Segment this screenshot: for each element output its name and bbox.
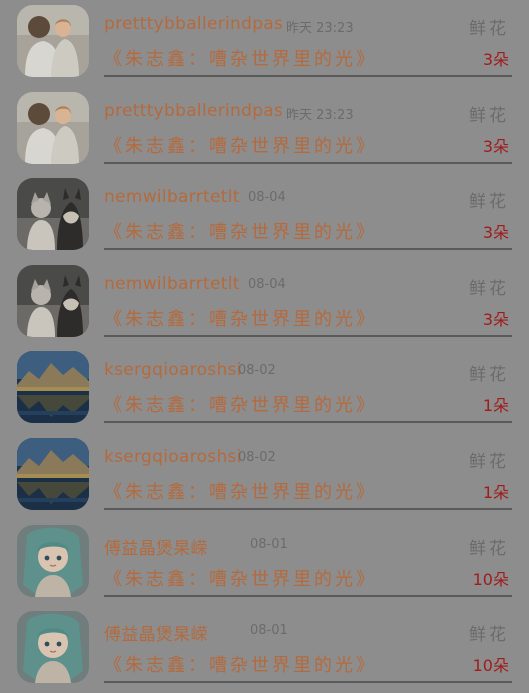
mountain-lake-avatar-icon[interactable] <box>17 351 89 423</box>
anime-girl-avatar-icon[interactable] <box>17 525 89 597</box>
divider <box>104 507 512 510</box>
gift-type-label: 鲜花 <box>469 278 509 299</box>
gift-type-label: 鲜花 <box>469 451 509 472</box>
timestamp: 08-02 <box>238 449 276 465</box>
username[interactable]: ksergqioaroshsi <box>104 360 242 380</box>
book-title[interactable]: 《朱志鑫：嘈杂世界里的光》 <box>104 45 377 71</box>
book-title[interactable]: 《朱志鑫：嘈杂世界里的光》 <box>104 651 377 677</box>
gift-count: 10朵 <box>472 656 509 676</box>
gift-type-label: 鲜花 <box>469 19 509 39</box>
username[interactable]: nemwilbarrtetlt <box>104 274 240 294</box>
username[interactable]: nemwilbarrtetlt <box>104 187 240 207</box>
gift-count: 3朵 <box>482 136 509 156</box>
gift-count: 1朵 <box>482 396 509 416</box>
list-item[interactable]: 傅益晶煲杲嵘 08-01 鲜花 《朱志鑫：嘈杂世界里的光》 10朵 <box>0 520 529 607</box>
timestamp: 08-04 <box>248 276 286 292</box>
divider <box>104 421 512 424</box>
gift-count: 3朵 <box>482 309 509 329</box>
username[interactable]: ksergqioaroshsi <box>104 447 242 467</box>
divider <box>104 161 512 164</box>
gift-count: 10朵 <box>472 569 509 589</box>
book-title[interactable]: 《朱志鑫：嘈杂世界里的光》 <box>104 478 377 504</box>
gift-count: 1朵 <box>482 482 509 502</box>
list-item[interactable]: pretttybballerindpas 昨天 23:23 鲜花 《朱志鑫：嘈杂… <box>0 87 529 174</box>
username[interactable]: 傅益晶煲杲嵘 <box>104 620 208 645</box>
mother-child-avatar-icon[interactable] <box>17 92 89 164</box>
list-item[interactable]: pretttybballerindpas 昨天 23:23 鲜花 《朱志鑫：嘈杂… <box>0 0 529 87</box>
list-item[interactable]: nemwilbarrtetlt 08-04 鲜花 《朱志鑫：嘈杂世界里的光》 3… <box>0 173 529 260</box>
divider <box>104 248 512 251</box>
gift-type-label: 鲜花 <box>469 365 509 386</box>
timestamp: 08-01 <box>250 623 288 639</box>
divider <box>104 681 512 684</box>
timestamp: 08-02 <box>238 363 276 379</box>
gift-type-label: 鲜花 <box>469 105 509 126</box>
mother-child-avatar-icon[interactable] <box>17 5 89 77</box>
list-item[interactable]: ksergqioaroshsi 08-02 鲜花 《朱志鑫：嘈杂世界里的光》 1… <box>0 433 529 520</box>
child-with-dog-avatar-icon[interactable] <box>17 178 89 250</box>
gift-type-label: 鲜花 <box>469 625 509 646</box>
book-title[interactable]: 《朱志鑫：嘈杂世界里的光》 <box>104 132 377 158</box>
divider <box>104 75 512 77</box>
username[interactable]: pretttybballerindpas <box>104 14 283 34</box>
book-title[interactable]: 《朱志鑫：嘈杂世界里的光》 <box>104 218 377 244</box>
timestamp: 08-04 <box>248 190 286 206</box>
timestamp: 昨天 23:23 <box>286 21 354 36</box>
gift-type-label: 鲜花 <box>469 192 509 213</box>
book-title[interactable]: 《朱志鑫：嘈杂世界里的光》 <box>104 391 377 417</box>
gift-record-list: pretttybballerindpas 昨天 23:23 鲜花 《朱志鑫：嘈杂… <box>0 0 529 693</box>
gift-count: 3朵 <box>482 223 509 243</box>
timestamp: 08-01 <box>250 536 288 552</box>
list-item[interactable]: ksergqioaroshsi 08-02 鲜花 《朱志鑫：嘈杂世界里的光》 1… <box>0 346 529 433</box>
book-title[interactable]: 《朱志鑫：嘈杂世界里的光》 <box>104 305 377 331</box>
anime-girl-avatar-icon[interactable] <box>17 611 89 683</box>
gift-count: 3朵 <box>482 50 509 69</box>
child-with-dog-avatar-icon[interactable] <box>17 265 89 337</box>
gift-type-label: 鲜花 <box>469 538 509 559</box>
username[interactable]: pretttybballerindpas <box>104 101 283 121</box>
book-title[interactable]: 《朱志鑫：嘈杂世界里的光》 <box>104 565 377 591</box>
list-item[interactable]: nemwilbarrtetlt 08-04 鲜花 《朱志鑫：嘈杂世界里的光》 3… <box>0 260 529 347</box>
timestamp: 昨天 23:23 <box>286 107 354 123</box>
divider <box>104 334 512 337</box>
username[interactable]: 傅益晶煲杲嵘 <box>104 534 208 559</box>
divider <box>104 594 512 597</box>
list-item[interactable]: 傅益晶煲杲嵘 08-01 鲜花 《朱志鑫：嘈杂世界里的光》 10朵 <box>0 606 529 693</box>
mountain-lake-avatar-icon[interactable] <box>17 438 89 510</box>
